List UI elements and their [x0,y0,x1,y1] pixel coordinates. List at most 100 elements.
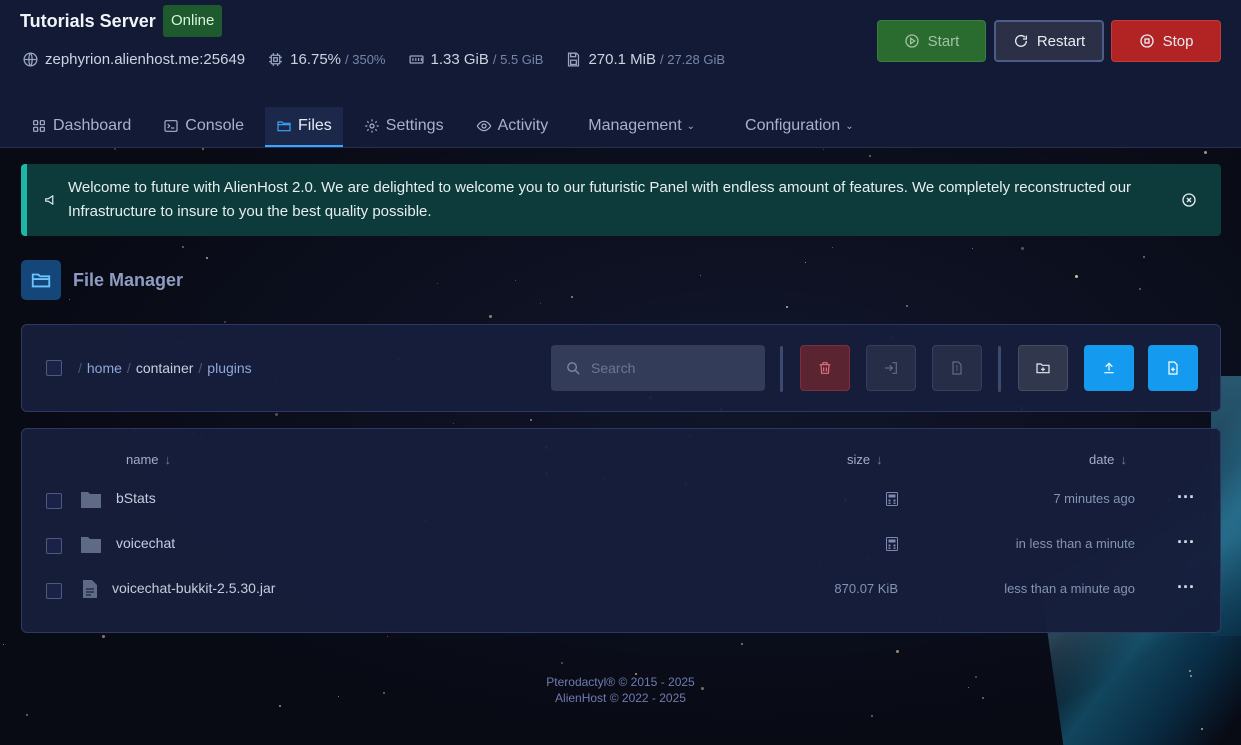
tab-label: Settings [385,117,444,134]
sort-arrow-icon: ↓ [164,452,172,467]
tab-files[interactable]: Files [264,107,343,147]
footer-pterodactyl[interactable]: Pterodactyl® © 2015 - 2025 [0,674,1241,690]
table-row[interactable]: bStats 7 minutes ago ··· [22,477,1222,522]
column-date[interactable]: date ↓ [1089,452,1127,467]
tab-label: Dashboard [53,117,132,134]
table-row[interactable]: voicechat-bukkit-2.5.30.jar 870.07 KiB l… [22,567,1222,612]
tab-console[interactable]: Console [152,107,255,145]
folder-icon [277,121,291,132]
star-decoration [906,305,908,307]
terminal-icon [164,120,178,132]
tab-label: Configuration [745,117,841,134]
breadcrumb-home[interactable]: home [87,360,122,376]
row-checkbox[interactable] [46,493,62,509]
sort-arrow-icon: ↓ [876,452,883,467]
memory-usage: 1.33 GiB [430,51,489,68]
more-options-icon[interactable]: ··· [1177,532,1195,553]
row-checkbox[interactable] [46,583,62,599]
file-size: 870.07 KiB [834,581,898,596]
stop-circle-icon [1139,34,1154,48]
upload-button[interactable] [1084,345,1134,391]
breadcrumb-separator: / [126,360,131,376]
star-decoration [561,662,563,664]
file-name[interactable]: voicechat-bukkit-2.5.30.jar [112,580,275,596]
toolbar-divider [780,346,783,392]
footer-alienhost[interactable]: AlienHost © 2022 - 2025 [0,690,1241,706]
server-address[interactable]: zephyrion.alienhost.me:25649 [45,51,245,68]
star-decoration [786,306,788,308]
stop-button-label: Stop [1162,32,1194,50]
star-decoration [453,423,454,424]
alert-text: Welcome to future with AlienHost 2.0. We… [68,179,1132,220]
chevron-down-icon: ⌄ [845,120,854,132]
breadcrumb-separator: / [78,360,82,376]
start-button-label: Start [927,32,960,50]
move-icon [885,362,897,374]
file-plus-icon [1168,361,1178,375]
tab-management[interactable]: Management ⌄ [577,107,706,145]
star-decoration [515,280,516,281]
star-decoration [540,303,541,304]
file-name[interactable]: voicechat [116,535,175,551]
new-file-button[interactable] [1148,345,1198,391]
row-checkbox[interactable] [46,538,62,554]
star-decoration [530,419,532,421]
restart-button[interactable]: Restart [994,20,1104,62]
delete-button[interactable] [800,345,850,391]
column-name[interactable]: name ↓ [126,452,171,467]
breadcrumb-container[interactable]: container [136,360,194,376]
calculator-icon[interactable] [886,537,898,551]
table-row[interactable]: voicechat in less than a minute ··· [22,522,1222,567]
close-icon[interactable] [1181,192,1197,208]
star-decoration [571,296,573,298]
file-date: 7 minutes ago [1053,491,1135,506]
star-decoration [869,155,871,157]
column-size[interactable]: size ↓ [847,452,883,467]
calculator-icon[interactable] [886,492,898,506]
announcement-alert: Welcome to future with AlienHost 2.0. We… [21,164,1221,236]
gear-icon [365,119,379,133]
tab-settings[interactable]: Settings [353,107,455,145]
star-decoration [972,248,973,249]
page-title: File Manager [73,269,184,290]
stop-button[interactable]: Stop [1111,20,1221,62]
search-icon [567,361,580,375]
archive-button[interactable] [932,345,982,391]
sort-arrow-icon: ↓ [1120,452,1127,467]
nav-tabs: Dashboard Console Files Settings Activit… [20,107,875,148]
breadcrumb-separator: / [198,360,203,376]
address-stat: zephyrion.alienhost.me:25649 [22,51,245,68]
play-circle-icon [904,34,919,48]
restart-button-label: Restart [1036,32,1086,50]
star-decoration [114,148,116,150]
start-button[interactable]: Start [877,20,986,62]
more-options-icon[interactable]: ··· [1177,487,1195,508]
file-name[interactable]: bStats [116,490,156,506]
search-input[interactable] [591,360,751,376]
tab-configuration[interactable]: Configuration ⌄ [734,107,865,145]
star-decoration [387,636,388,637]
new-folder-button[interactable] [1018,345,1068,391]
file-manager-header: File Manager [21,260,183,300]
tab-label: Console [185,117,244,134]
select-all-checkbox[interactable] [46,360,62,376]
star-decoration [224,321,226,323]
tab-dashboard[interactable]: Dashboard [20,107,142,145]
file-date: less than a minute ago [1004,581,1135,596]
tab-activity[interactable]: Activity [465,107,560,145]
star-decoration [275,413,278,416]
star-decoration [700,275,701,276]
cpu-usage: 16.75% [290,51,342,68]
move-button[interactable] [866,345,916,391]
tab-label: Activity [497,117,549,134]
more-options-icon[interactable]: ··· [1177,577,1195,598]
breadcrumb-plugins[interactable]: plugins [207,360,251,376]
server-stats: zephyrion.alienhost.me:25649 16.75% / 35… [22,51,747,68]
star-decoration [832,247,833,248]
folder-open-icon [21,260,61,300]
disk-usage: 270.1 MiB [588,51,656,68]
star-decoration [1189,670,1191,672]
trash-icon [819,362,831,374]
disk-limit: / 27.28 GiB [660,52,726,67]
refresh-icon [1014,34,1027,47]
